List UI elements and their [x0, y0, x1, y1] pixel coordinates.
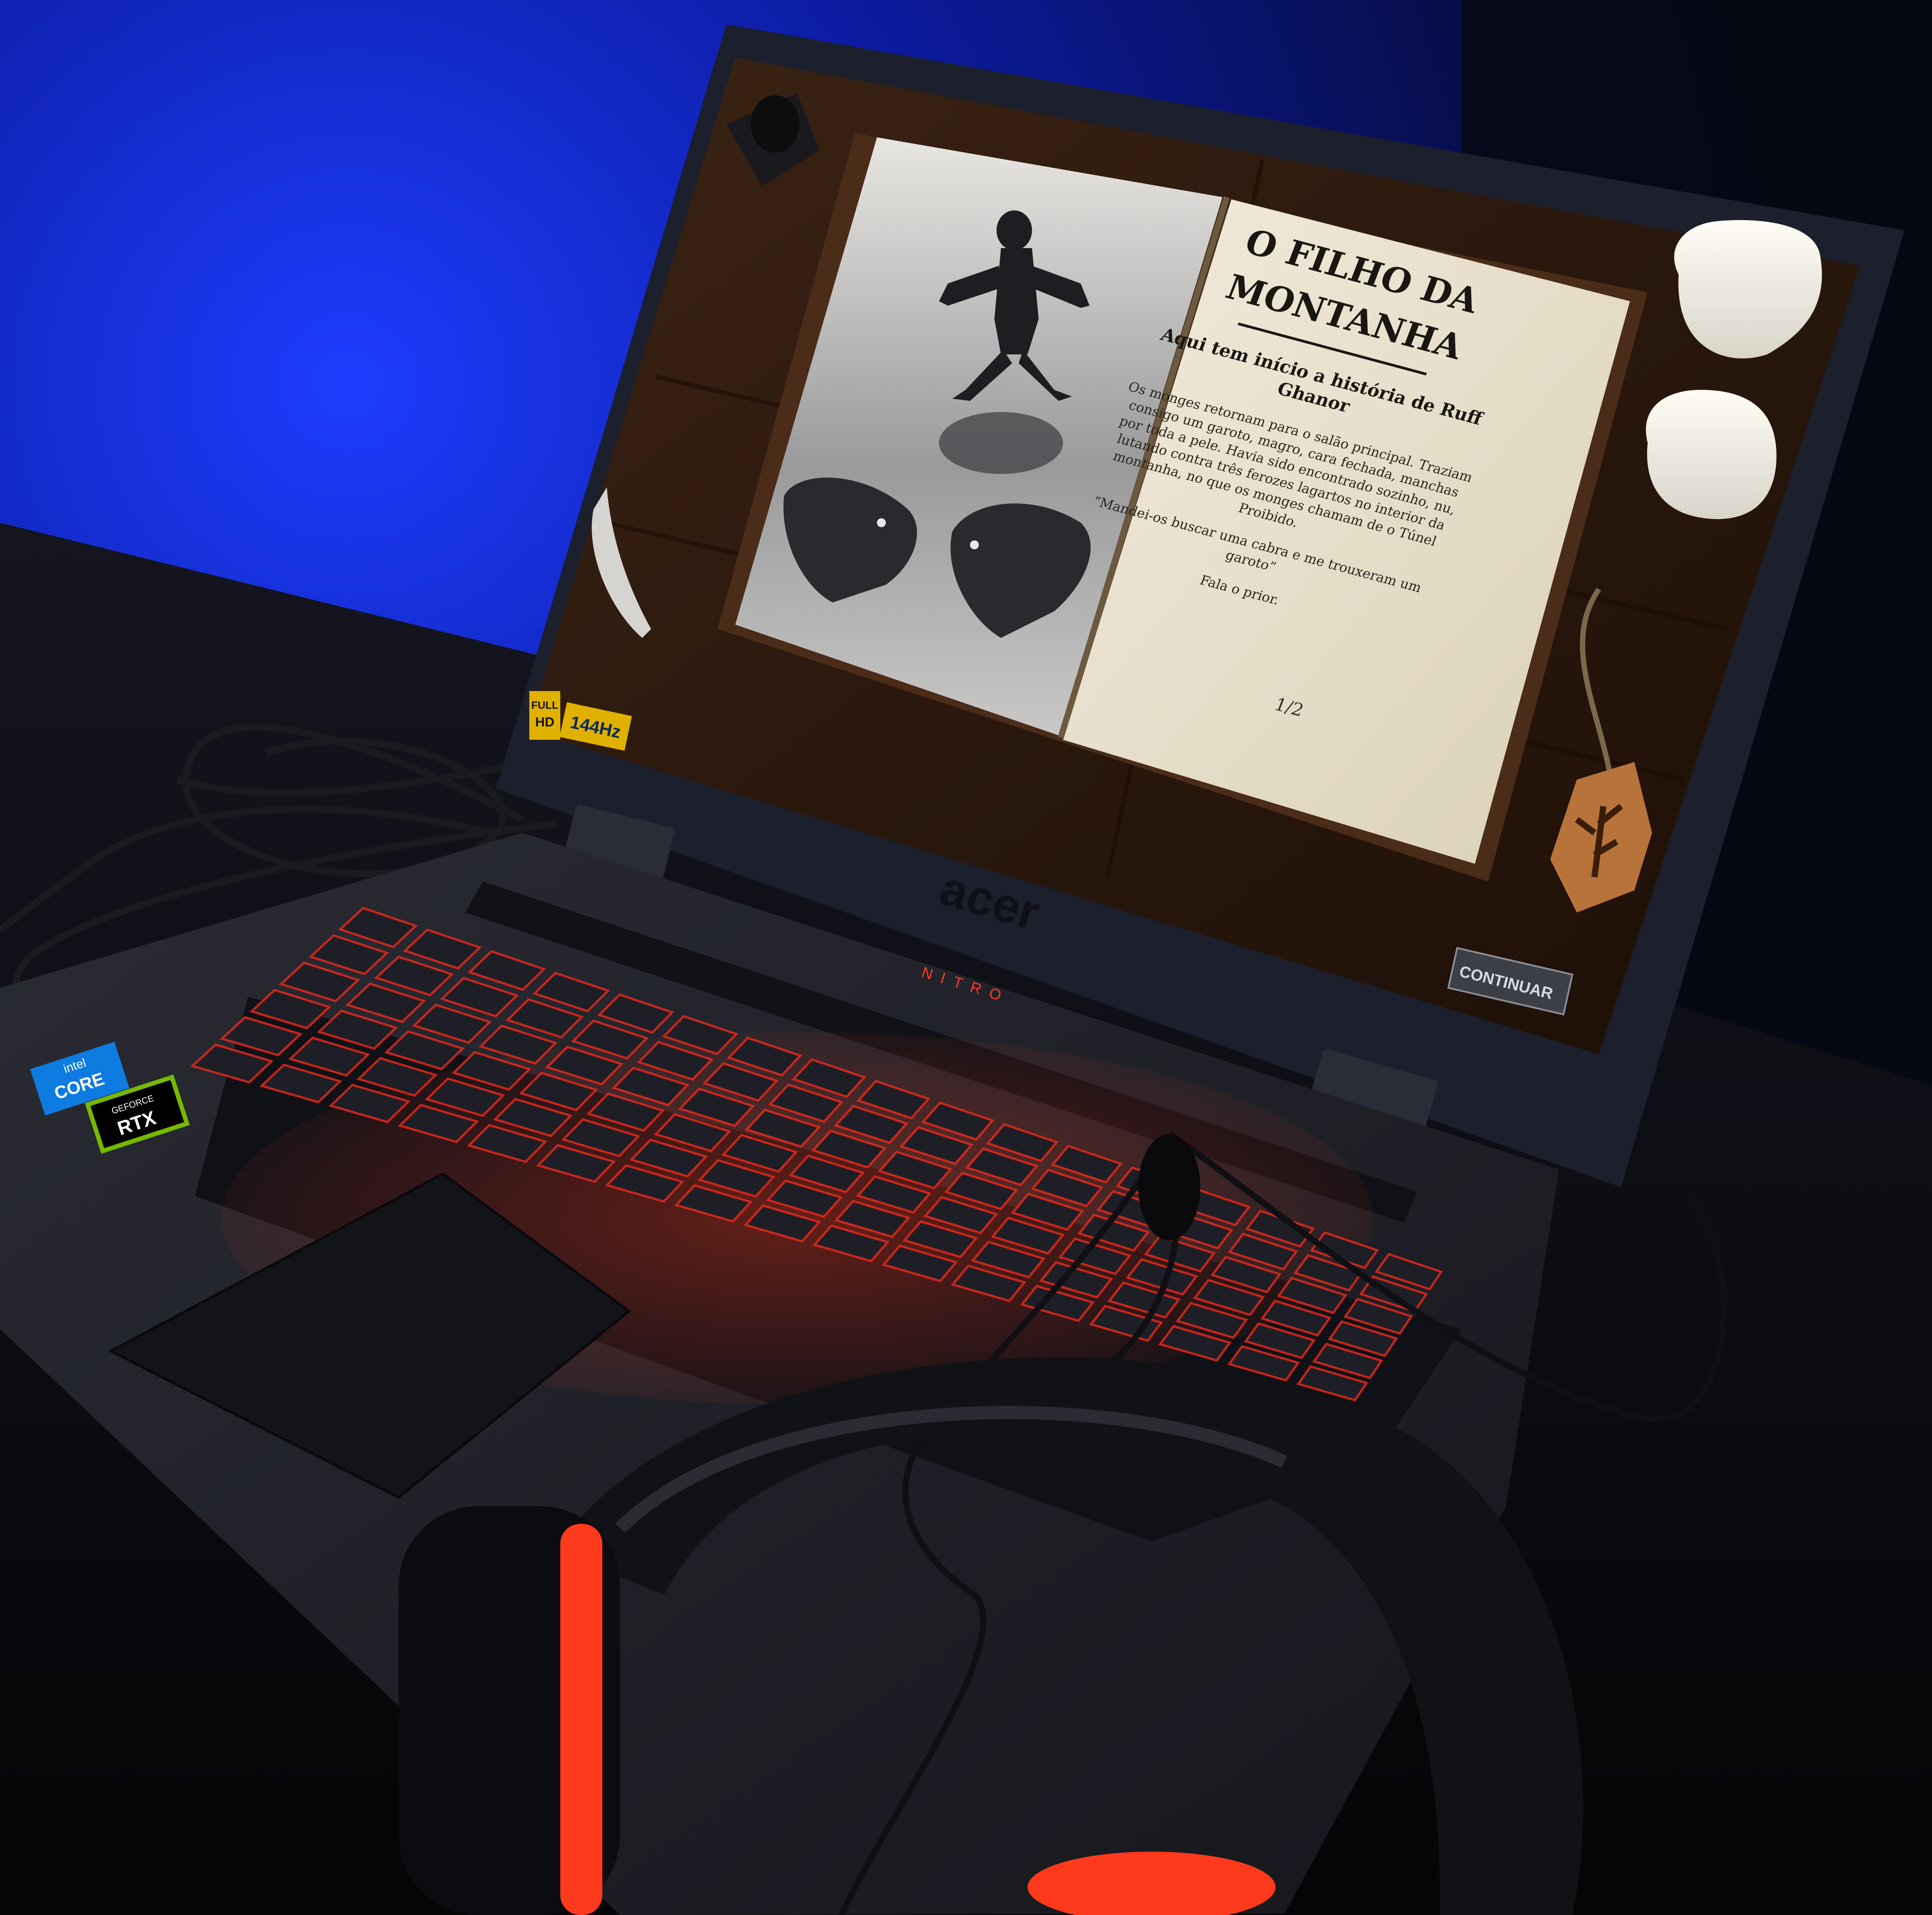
goblin-reflection — [939, 412, 1063, 474]
cable-clip — [1138, 1134, 1200, 1240]
full-hd-badge-top: FULL — [531, 699, 558, 711]
photo-scene: O FILHO DA MONTANHA Aqui tem início a hi… — [0, 0, 1932, 1915]
full-hd-badge-bottom: HD — [535, 715, 554, 730]
full-hd-badge: FULL HD — [529, 691, 560, 740]
headset-red-accent — [560, 1524, 602, 1915]
